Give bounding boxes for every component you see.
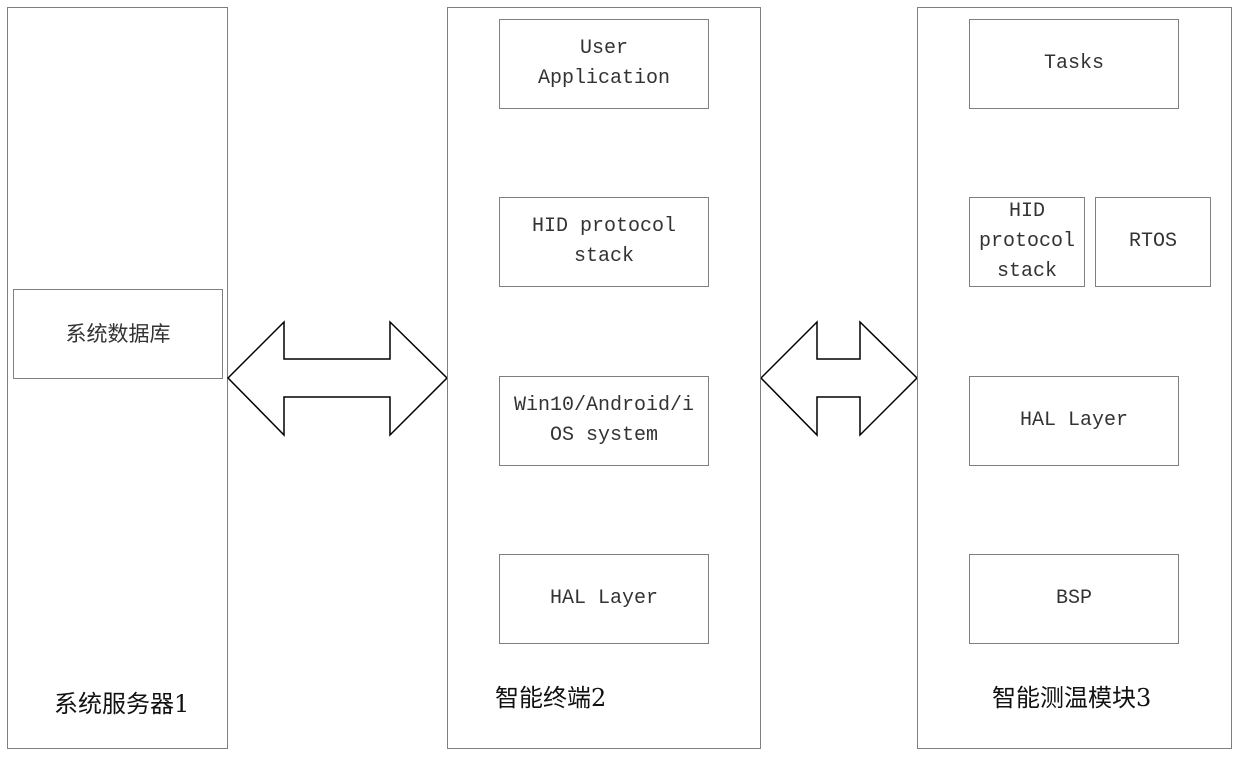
terminal-hal-layer: HAL Layer bbox=[499, 554, 709, 644]
temperature-module-label: 智能测温模块3 bbox=[992, 684, 1152, 712]
bsp-layer: BSP bbox=[969, 554, 1179, 644]
module-hal-layer: HAL Layer bbox=[969, 376, 1179, 466]
hid-protocol-stack-layer: HID protocol stack bbox=[499, 197, 709, 287]
user-application-layer: User Application bbox=[499, 19, 709, 109]
tasks-layer: Tasks bbox=[969, 19, 1179, 109]
smart-terminal-label: 智能终端2 bbox=[495, 684, 607, 712]
double-arrow-icon bbox=[226, 320, 449, 437]
module-hid-protocol-stack: HID protocol stack bbox=[969, 197, 1085, 287]
double-arrow-icon bbox=[759, 320, 919, 437]
os-system-layer: Win10/Android/i OS system bbox=[499, 376, 709, 466]
rtos-layer: RTOS bbox=[1095, 197, 1211, 287]
